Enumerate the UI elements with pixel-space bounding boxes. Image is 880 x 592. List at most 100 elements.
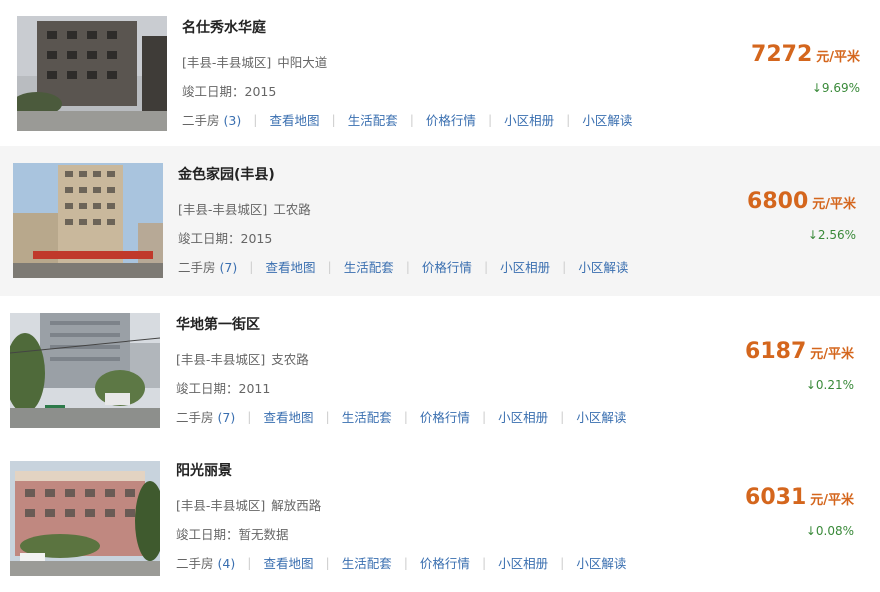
community-name[interactable]: 华地第一街区 bbox=[176, 314, 260, 334]
divider: | bbox=[327, 259, 332, 274]
price-change: ↓0.21% bbox=[805, 378, 854, 392]
completion-date: 竣工日期：2011 bbox=[176, 381, 271, 396]
photo-album-link[interactable]: 小区相册 bbox=[500, 257, 550, 276]
divider: | bbox=[481, 555, 487, 570]
divider: | bbox=[562, 259, 567, 274]
price-display: 6800 元/平米 bbox=[656, 189, 856, 214]
price-value: 6187 bbox=[745, 339, 807, 364]
highrise-building-photo-icon bbox=[13, 163, 163, 278]
secondhand-link[interactable]: 二手房 (7) bbox=[178, 257, 237, 276]
price-unit: 元/平米 bbox=[812, 197, 856, 212]
community-location: [丰县-丰县城区] 工农路 bbox=[178, 199, 311, 218]
price-display: 6031 元/平米 bbox=[654, 485, 854, 510]
community-name[interactable]: 阳光丽景 bbox=[176, 460, 232, 480]
divider: | bbox=[247, 409, 252, 424]
completion-date: 竣工日期：暂无数据 bbox=[176, 527, 289, 542]
street-building-photo-icon bbox=[10, 313, 160, 428]
secondhand-count[interactable]: (7) bbox=[220, 260, 238, 275]
divider: | bbox=[560, 555, 565, 570]
divider: | bbox=[403, 555, 408, 570]
price-trend-link[interactable]: 价格行情 bbox=[420, 553, 470, 572]
secondhand-count[interactable]: (7) bbox=[218, 410, 236, 425]
divider: | bbox=[487, 112, 493, 127]
photo-album-link[interactable]: 小区相册 bbox=[498, 407, 548, 426]
secondhand-link[interactable]: 二手房 (4) bbox=[176, 553, 235, 572]
secondhand-count[interactable]: (4) bbox=[218, 556, 236, 571]
listing-item: 名仕秀水华庭 [丰县-丰县城区] 中阳大道 竣工日期：2015 二手房 (3) | … bbox=[0, 0, 880, 146]
road-label: 解放西路 bbox=[271, 498, 322, 513]
secondhand-label: 二手房 bbox=[176, 556, 214, 571]
district-label: [丰县-丰县城区] bbox=[178, 202, 268, 217]
secondhand-label: 二手房 bbox=[182, 113, 220, 128]
divider: | bbox=[247, 555, 252, 570]
community-location: [丰县-丰县城区] 解放西路 bbox=[176, 495, 321, 514]
price-change: ↓2.56% bbox=[807, 228, 856, 242]
price-value: 6800 bbox=[747, 189, 809, 214]
road-label: 支农路 bbox=[271, 352, 309, 367]
completion-date: 竣工日期：2015 bbox=[178, 231, 273, 246]
community-links: 二手房 (4) | 查看地图 | 生活配套 | 价格行情 | 小区相册 | 小区解… bbox=[176, 553, 626, 572]
completion-date: 竣工日期：2015 bbox=[182, 84, 277, 99]
community-photo[interactable] bbox=[13, 163, 163, 278]
secondhand-link[interactable]: 二手房 (3) bbox=[182, 110, 241, 129]
divider: | bbox=[331, 112, 336, 127]
price-value: 6031 bbox=[745, 485, 807, 510]
divider: | bbox=[481, 409, 487, 424]
price-change: ↓9.69% bbox=[811, 81, 860, 95]
price-value: 7272 bbox=[751, 42, 813, 67]
community-guide-link[interactable]: 小区解读 bbox=[582, 110, 632, 129]
price-change: ↓0.08% bbox=[805, 524, 854, 538]
price-unit: 元/平米 bbox=[816, 50, 860, 65]
price-trend-link[interactable]: 价格行情 bbox=[420, 407, 470, 426]
divider: | bbox=[249, 259, 254, 274]
community-guide-link[interactable]: 小区解读 bbox=[576, 553, 626, 572]
listing-item: 金色家园(丰县) [丰县-丰县城区] 工农路 竣工日期：2015 二手房 (7) |… bbox=[0, 146, 880, 296]
map-link[interactable]: 查看地图 bbox=[263, 553, 313, 572]
divider: | bbox=[325, 555, 330, 570]
road-label: 工农路 bbox=[273, 202, 311, 217]
secondhand-label: 二手房 bbox=[178, 260, 216, 275]
community-location: [丰县-丰县城区] 中阳大道 bbox=[182, 52, 327, 71]
community-guide-link[interactable]: 小区解读 bbox=[578, 257, 628, 276]
divider: | bbox=[409, 112, 414, 127]
secondhand-label: 二手房 bbox=[176, 410, 214, 425]
map-link[interactable]: 查看地图 bbox=[265, 257, 315, 276]
listing-item: 阳光丽景 [丰县-丰县城区] 解放西路 竣工日期：暂无数据 二手房 (4) | 查看… bbox=[0, 444, 880, 592]
amenities-link[interactable]: 生活配套 bbox=[344, 257, 394, 276]
community-photo[interactable] bbox=[17, 16, 167, 131]
divider: | bbox=[403, 409, 408, 424]
community-photo[interactable] bbox=[10, 313, 160, 428]
map-link[interactable]: 查看地图 bbox=[269, 110, 319, 129]
amenities-link[interactable]: 生活配套 bbox=[342, 407, 392, 426]
price-display: 6187 元/平米 bbox=[654, 339, 854, 364]
apartment-building-photo-icon bbox=[10, 461, 160, 576]
community-name[interactable]: 名仕秀水华庭 bbox=[182, 17, 266, 37]
district-label: [丰县-丰县城区] bbox=[176, 352, 266, 367]
divider: | bbox=[253, 112, 258, 127]
amenities-link[interactable]: 生活配套 bbox=[348, 110, 398, 129]
price-display: 7272 元/平米 bbox=[660, 42, 860, 67]
photo-album-link[interactable]: 小区相册 bbox=[504, 110, 554, 129]
divider: | bbox=[566, 112, 571, 127]
secondhand-link[interactable]: 二手房 (7) bbox=[176, 407, 235, 426]
district-label: [丰县-丰县城区] bbox=[182, 55, 272, 70]
amenities-link[interactable]: 生活配套 bbox=[342, 553, 392, 572]
community-location: [丰县-丰县城区] 支农路 bbox=[176, 349, 309, 368]
divider: | bbox=[405, 259, 410, 274]
community-photo[interactable] bbox=[10, 461, 160, 576]
price-trend-link[interactable]: 价格行情 bbox=[426, 110, 476, 129]
divider: | bbox=[325, 409, 330, 424]
road-label: 中阳大道 bbox=[277, 55, 328, 70]
photo-album-link[interactable]: 小区相册 bbox=[498, 553, 548, 572]
price-unit: 元/平米 bbox=[810, 347, 854, 362]
community-links: 二手房 (7) | 查看地图 | 生活配套 | 价格行情 | 小区相册 | 小区解… bbox=[178, 257, 628, 276]
price-unit: 元/平米 bbox=[810, 493, 854, 508]
district-label: [丰县-丰县城区] bbox=[176, 498, 266, 513]
price-trend-link[interactable]: 价格行情 bbox=[422, 257, 472, 276]
community-links: 二手房 (3) | 查看地图 | 生活配套 | 价格行情 | 小区相册 | 小区解… bbox=[182, 110, 632, 129]
secondhand-count[interactable]: (3) bbox=[224, 113, 242, 128]
community-name[interactable]: 金色家园(丰县) bbox=[178, 164, 275, 184]
map-link[interactable]: 查看地图 bbox=[263, 407, 313, 426]
community-guide-link[interactable]: 小区解读 bbox=[576, 407, 626, 426]
community-links: 二手房 (7) | 查看地图 | 生活配套 | 价格行情 | 小区相册 | 小区解… bbox=[176, 407, 626, 426]
